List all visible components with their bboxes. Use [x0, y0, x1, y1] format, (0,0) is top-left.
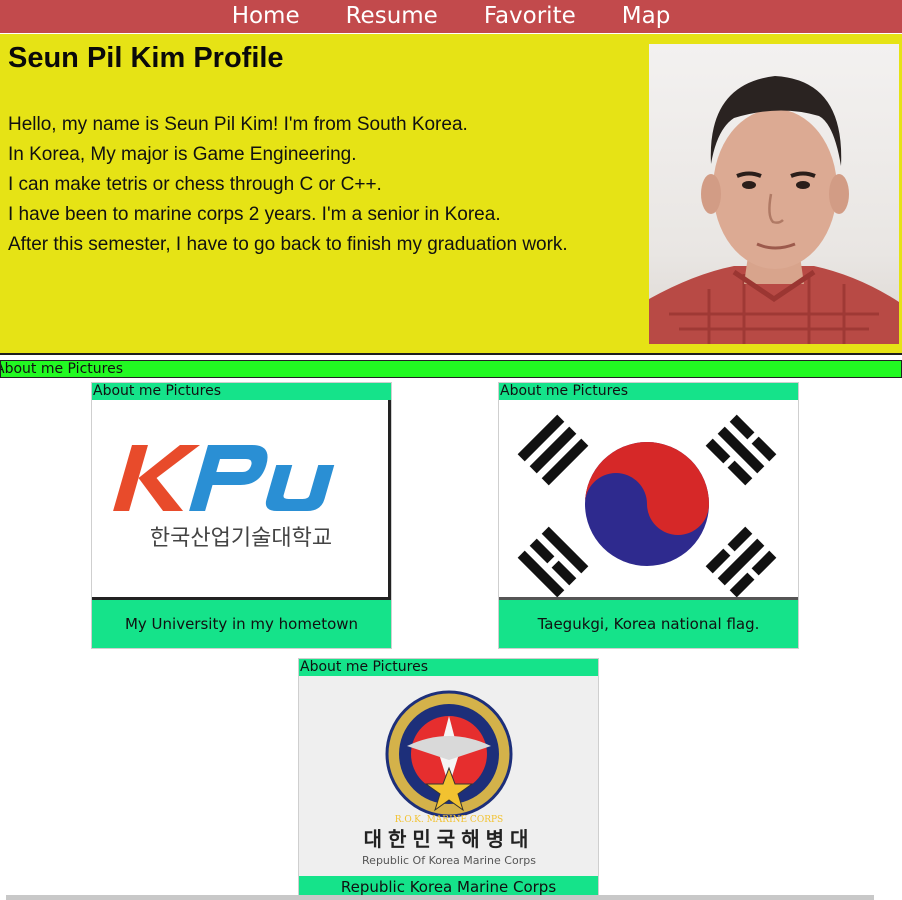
card-top-caption: About me Pictures	[299, 659, 598, 676]
university-logo-image: 한국산업기술대학교	[92, 400, 391, 600]
gallery-card-marines: About me Pictures R.O.K. MARINE CORPS 대한…	[298, 658, 599, 897]
top-nav: Home Resume Favorite Map	[0, 0, 902, 33]
card-bottom-caption: My University in my hometown	[92, 600, 391, 648]
marine-english-text: Republic Of Korea Marine Corps	[362, 854, 536, 867]
emblem-text: R.O.K. MARINE CORPS	[395, 815, 503, 825]
card-bottom-caption: Republic Korea Marine Corps	[299, 876, 598, 896]
kpu-logo-icon: 한국산업기술대학교	[113, 445, 335, 551]
section-label-bar: About me Pictures	[0, 360, 902, 378]
bio-line: I have been to marine corps 2 years. I'm…	[8, 204, 501, 225]
bio-line: After this semester, I have to go back t…	[8, 234, 568, 255]
nav-map-link[interactable]: Map	[622, 0, 671, 33]
marine-korean-text: 대한민국해병대	[364, 827, 535, 851]
card-bottom-caption: Taegukgi, Korea national flag.	[499, 600, 798, 648]
marine-emblem-icon: R.O.K. MARINE CORPS 대한민국해병대 Republic Of …	[362, 690, 536, 867]
horizontal-scrollbar[interactable]	[6, 895, 874, 900]
page-title: Seun Pil Kim Profile	[8, 42, 284, 74]
nav-resume-link[interactable]: Resume	[346, 0, 438, 33]
gallery-card-flag: About me Pictures Taegukgi, Korea nation…	[498, 382, 799, 649]
bio-line: I can make tetris or chess through C or …	[8, 174, 382, 195]
bio-text: Hello, my name is Seun Pil Kim! I'm from…	[8, 110, 568, 260]
card-top-caption: About me Pictures	[499, 383, 798, 400]
taegukgi-icon	[499, 400, 798, 597]
section-label: About me Pictures	[0, 361, 123, 377]
marine-corps-image: R.O.K. MARINE CORPS 대한민국해병대 Republic Of …	[299, 676, 598, 876]
bio-line: In Korea, My major is Game Engineering.	[8, 144, 357, 165]
nav-favorite-link[interactable]: Favorite	[484, 0, 576, 33]
profile-section: Seun Pil Kim Profile Hello, my name is S…	[0, 34, 902, 355]
nav-home-link[interactable]: Home	[232, 0, 300, 33]
portrait-illustration	[649, 76, 899, 344]
card-top-caption: About me Pictures	[92, 383, 391, 400]
university-name-text: 한국산업기술대학교	[150, 526, 332, 551]
bio-line: Hello, my name is Seun Pil Kim! I'm from…	[8, 114, 468, 135]
profile-photo	[649, 44, 899, 344]
korean-flag-image	[499, 400, 798, 600]
gallery-card-university: About me Pictures 한국산업기술대학교 My Universit…	[91, 382, 392, 649]
